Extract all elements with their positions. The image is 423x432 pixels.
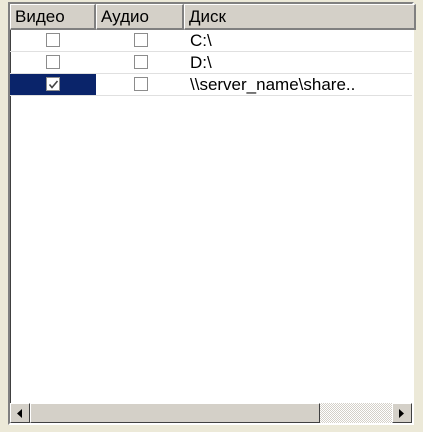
video-cell [10,30,96,51]
table-row[interactable]: D:\ [10,52,412,74]
scroll-left-button[interactable] [10,403,30,423]
column-header-disk[interactable]: Диск [184,4,416,30]
video-cell [10,52,96,73]
scroll-track[interactable] [30,403,392,423]
check-icon [48,80,59,89]
arrow-right-icon [399,409,404,418]
audio-cell [96,74,184,95]
audio-cell [96,30,184,51]
list-header: Видео Аудио Диск [10,4,416,30]
audio-cell [96,52,184,73]
scroll-thumb[interactable] [30,403,320,423]
video-checkbox[interactable] [46,33,60,47]
disk-path: \\server_name\share.. [190,75,356,94]
column-header-video[interactable]: Видео [10,4,96,30]
scroll-right-button[interactable] [392,403,412,423]
video-cell [10,74,96,95]
audio-checkbox[interactable] [134,55,148,69]
table-row[interactable]: C:\ [10,30,412,52]
audio-checkbox[interactable] [134,33,148,47]
disk-path: D:\ [190,53,212,72]
horizontal-scrollbar[interactable] [10,403,412,423]
table-row[interactable]: \\server_name\share.. [10,74,412,96]
arrow-left-icon [17,409,22,418]
video-checkbox[interactable] [46,55,60,69]
column-header-audio[interactable]: Аудио [96,4,184,30]
video-checkbox[interactable] [46,77,60,91]
audio-checkbox[interactable] [134,77,148,91]
disk-list-view[interactable]: Видео Аудио Диск C:\ D:\ \\server_name\s… [8,2,416,425]
disk-path: C:\ [190,31,212,50]
